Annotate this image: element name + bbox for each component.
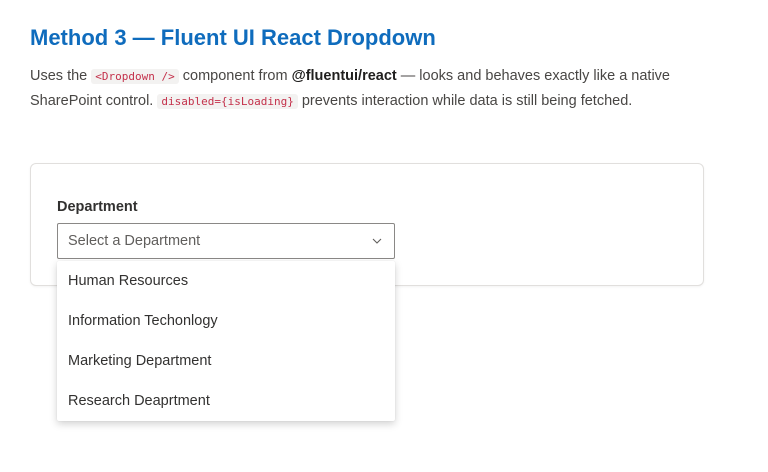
inline-code-dropdown: <Dropdown /> <box>91 69 179 84</box>
dropdown-option-information-technology[interactable]: Information Techonlogy <box>57 301 395 341</box>
description-text-4: prevents interaction while data is still… <box>297 93 633 109</box>
description-text-2: component from <box>178 68 292 84</box>
dropdown-option-marketing[interactable]: Marketing Department <box>57 341 395 381</box>
inline-code-disabled: disabled={isLoading} <box>157 94 298 109</box>
department-label: Department <box>57 199 138 215</box>
section-description: Uses the <Dropdown /> component from @fl… <box>30 64 710 114</box>
package-name: @fluentui/react <box>291 68 397 84</box>
dropdown-placeholder: Select a Department <box>68 233 201 249</box>
dropdown-option-research[interactable]: Research Deaprtment <box>57 381 395 421</box>
section-title: Method 3 — Fluent UI React Dropdown <box>30 25 436 50</box>
dropdown-option-human-resources[interactable]: Human Resources <box>57 261 395 301</box>
dropdown-menu: Human Resources Information Techonlogy M… <box>57 261 395 421</box>
chevron-down-icon <box>372 238 382 244</box>
description-text-1: Uses the <box>30 68 92 84</box>
department-dropdown[interactable]: Select a Department <box>57 223 395 259</box>
